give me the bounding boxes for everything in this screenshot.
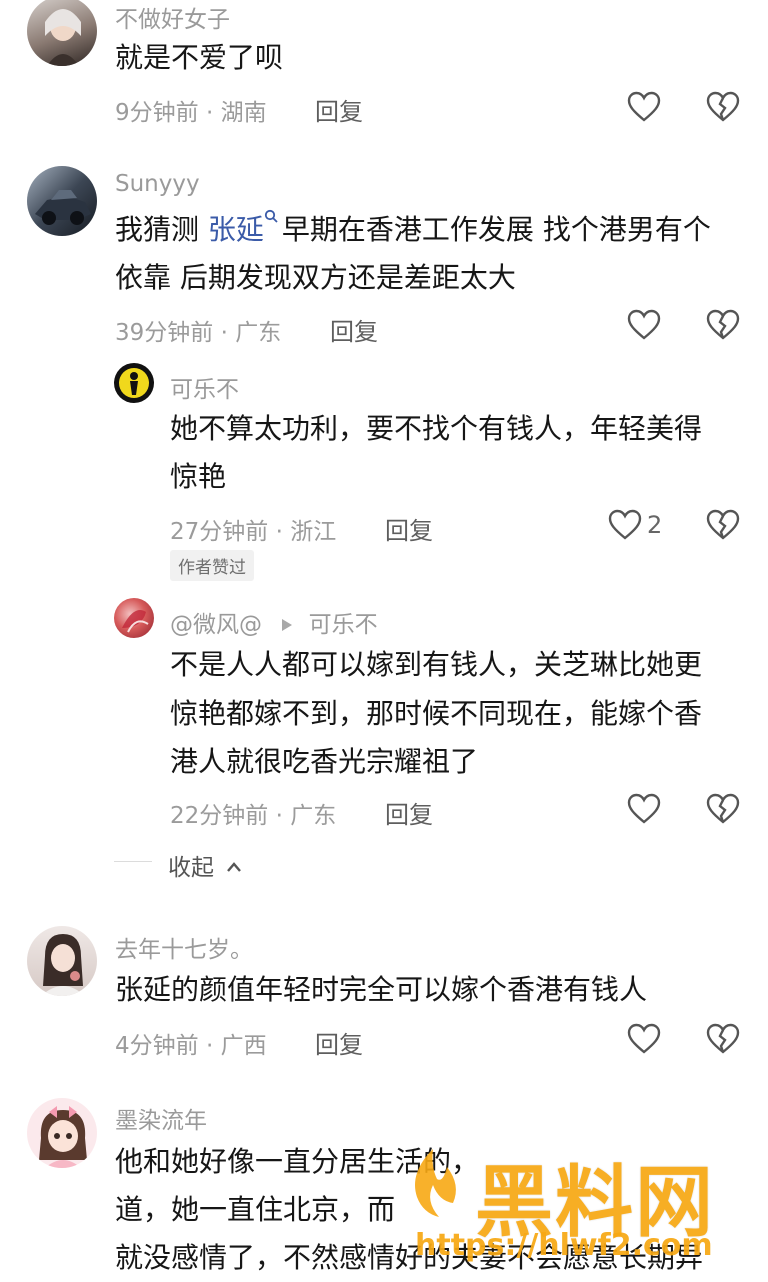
avatar-image (119, 368, 149, 398)
reply-text: 不是人人都可以嫁到有钱人，关芝琳比她更 (170, 648, 703, 681)
avatar[interactable] (114, 363, 154, 403)
broken-heart-icon[interactable] (706, 509, 740, 541)
reply-button[interactable]: 回复 (315, 92, 363, 127)
comment-text: 张延的颜值年轻时完全可以嫁个香港有钱人 (115, 973, 648, 1006)
avatar[interactable] (27, 1098, 97, 1168)
reply-button[interactable]: 回复 (315, 1025, 363, 1060)
avatar[interactable] (27, 166, 97, 236)
avatar-image (39, 1106, 87, 1168)
collapse-label: 收起 (168, 855, 214, 881)
avatar-image (35, 190, 91, 225)
comment-text: 依靠 后期发现双方还是差距太大 (115, 261, 516, 294)
comment-text: 就是不爱了呗 (115, 41, 284, 74)
comment-username[interactable]: 不做好女子 (115, 0, 230, 34)
heart-icon[interactable] (627, 793, 661, 825)
avatar-image (41, 934, 85, 996)
like-count: 2 (647, 511, 663, 539)
comment-meta: 4分钟前 · 广西 (115, 1033, 267, 1059)
comment-text: 道，她一直住北京，而 (115, 1193, 396, 1226)
comment-meta: 9分钟前 · 湖南 (115, 100, 267, 126)
chevron-up-icon (227, 862, 242, 872)
play-arrow-icon (282, 619, 293, 631)
avatar-image (45, 9, 81, 66)
comment-username[interactable]: 去年十七岁。 (115, 930, 253, 964)
broken-heart-icon[interactable] (706, 91, 740, 123)
mention-link[interactable]: 张延 (208, 213, 264, 246)
heart-icon[interactable] (608, 509, 642, 541)
reply-username: @微风@ 可乐不 (170, 605, 378, 639)
broken-heart-icon[interactable] (706, 793, 740, 825)
divider (114, 861, 152, 862)
comment-text-suffix: 早期在香港工作发展 找个港男有个 (281, 213, 711, 246)
heart-icon[interactable] (627, 91, 661, 123)
avatar[interactable] (27, 0, 97, 66)
comment-text: 就没感情了，不然感情好的夫妻不会愿意长期异 (115, 1241, 704, 1274)
reply-username-link[interactable]: @微风@ (170, 612, 262, 638)
reply-text: 惊艳都嫁不到，那时候不同现在，能嫁个香 (170, 697, 703, 730)
comment-text: 他和她好像一直分居生活的， (115, 1145, 480, 1178)
reply-meta: 27分钟前 · 浙江 (170, 519, 337, 545)
comment-username[interactable]: 墨染流年 (115, 1101, 207, 1135)
comment-meta: 39分钟前 · 广东 (115, 320, 282, 346)
reply-text: 惊艳 (170, 460, 227, 493)
heart-icon[interactable] (627, 309, 661, 341)
reply-to-username[interactable]: 可乐不 (309, 612, 378, 638)
collapse-replies-button[interactable]: 收起 (168, 848, 243, 882)
comment-text-prefix: 我猜测 (115, 213, 208, 246)
reply-button[interactable]: 回复 (385, 795, 433, 830)
search-icon[interactable] (264, 209, 280, 225)
reply-username[interactable]: 可乐不 (170, 370, 239, 404)
reply-text: 港人就很吃香光宗耀祖了 (170, 745, 479, 778)
avatar[interactable] (27, 926, 97, 996)
reply-button[interactable]: 回复 (385, 511, 433, 546)
author-liked-badge: 作者赞过 (170, 550, 254, 581)
reply-text: 她不算太功利，要不找个有钱人，年轻美得 (170, 412, 703, 445)
comment-text: 我猜测 张延 早期在香港工作发展 找个港男有个 (115, 206, 711, 254)
comment-username[interactable]: Sunyyy (115, 171, 200, 197)
reply-meta: 22分钟前 · 广东 (170, 803, 337, 829)
reply-button[interactable]: 回复 (330, 312, 378, 347)
broken-heart-icon[interactable] (706, 309, 740, 341)
broken-heart-icon[interactable] (706, 1023, 740, 1055)
avatar-image (122, 610, 149, 633)
heart-icon[interactable] (627, 1023, 661, 1055)
avatar[interactable] (114, 598, 154, 638)
